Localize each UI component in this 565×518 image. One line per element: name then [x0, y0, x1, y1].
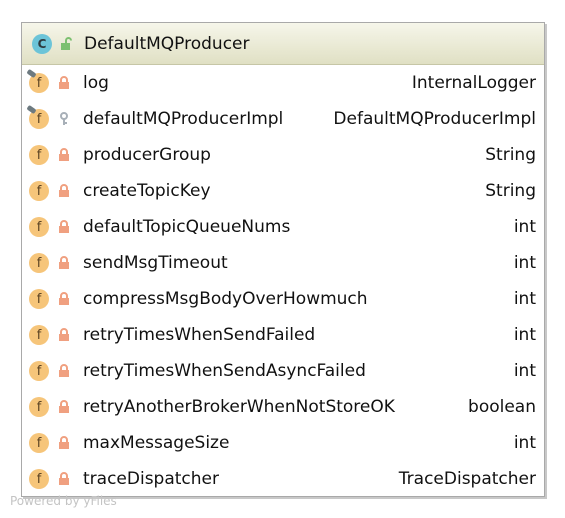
field-name: traceDispatcher	[83, 469, 219, 489]
unlock-icon	[61, 36, 72, 50]
lock-icon	[59, 364, 69, 377]
field-type: InternalLogger	[411, 73, 536, 93]
field-icon-letter: f	[36, 435, 42, 451]
class-node[interactable]: C DefaultMQProducer f log InternalLogger f d…	[21, 22, 545, 497]
lock-icon	[59, 148, 69, 161]
lock-icon	[59, 400, 69, 413]
field-type: int	[513, 361, 536, 381]
field-icon-letter: f	[36, 471, 42, 487]
lock-icon	[59, 220, 69, 233]
field-icon: f	[29, 361, 49, 381]
field-icon-letter: f	[36, 255, 42, 271]
lock-icon	[59, 292, 69, 305]
lock-icon	[59, 472, 69, 485]
field-icon-letter: f	[36, 219, 42, 235]
field-type: DefaultMQProducerImpl	[333, 109, 536, 129]
field-icon-letter: f	[36, 399, 42, 415]
field-icon-letter: f	[36, 327, 42, 343]
field-type: TraceDispatcher	[398, 469, 536, 489]
field-icon-letter: f	[36, 147, 42, 163]
field-icon: f	[29, 217, 49, 237]
field-icon: f	[29, 289, 49, 309]
class-name: DefaultMQProducer	[84, 33, 250, 54]
field-type: int	[513, 253, 536, 273]
field-icon-letter: f	[36, 111, 42, 127]
field-icon: f	[29, 397, 49, 417]
static-pin-icon	[26, 104, 37, 115]
field-name: retryTimesWhenSendFailed	[83, 325, 316, 345]
field-row[interactable]: f createTopicKey String	[22, 173, 544, 209]
field-type: String	[485, 181, 536, 201]
field-type: boolean	[468, 397, 536, 417]
lock-icon	[59, 436, 69, 449]
class-icon: C	[32, 33, 52, 54]
field-type: int	[513, 289, 536, 309]
powered-by-label: Powered by yFiles	[10, 494, 117, 508]
field-row[interactable]: f retryAnotherBrokerWhenNotStoreOK boolean	[22, 389, 544, 425]
field-row[interactable]: f sendMsgTimeout int	[22, 245, 544, 281]
field-row[interactable]: f defaultTopicQueueNums int	[22, 209, 544, 245]
field-name: log	[83, 73, 109, 93]
field-row[interactable]: f retryTimesWhenSendFailed int	[22, 317, 544, 353]
field-icon: f	[29, 469, 49, 489]
field-name: defaultMQProducerImpl	[83, 109, 284, 129]
field-name: maxMessageSize	[83, 433, 230, 453]
field-icon-letter: f	[36, 183, 42, 199]
lock-icon	[59, 328, 69, 341]
field-type: int	[513, 433, 536, 453]
field-name: producerGroup	[83, 145, 211, 165]
lock-icon	[59, 256, 69, 269]
field-icon: f	[29, 181, 49, 201]
field-icon: f	[26, 68, 49, 93]
field-icon-letter: f	[36, 291, 42, 307]
static-pin-icon	[26, 68, 37, 79]
field-name: defaultTopicQueueNums	[83, 217, 291, 237]
field-name: compressMsgBodyOverHowmuch	[83, 289, 368, 309]
field-name: retryAnotherBrokerWhenNotStoreOK	[83, 397, 395, 417]
lock-icon	[59, 76, 69, 89]
field-type: int	[513, 325, 536, 345]
class-header: C DefaultMQProducer	[22, 23, 544, 65]
field-row[interactable]: f log InternalLogger	[22, 65, 544, 101]
key-icon	[60, 112, 68, 125]
field-name: sendMsgTimeout	[83, 253, 228, 273]
field-name: createTopicKey	[83, 181, 211, 201]
field-row[interactable]: f retryTimesWhenSendAsyncFailed int	[22, 353, 544, 389]
field-type: String	[485, 145, 536, 165]
field-row[interactable]: f traceDispatcher TraceDispatcher	[22, 461, 544, 497]
field-row[interactable]: f producerGroup String	[22, 137, 544, 173]
field-icon: f	[29, 433, 49, 453]
field-row[interactable]: f defaultMQProducerImpl DefaultMQProducerI…	[22, 101, 544, 137]
field-icon: f	[29, 145, 49, 165]
field-type: int	[513, 217, 536, 237]
field-icon: f	[29, 325, 49, 345]
field-icon: f	[29, 253, 49, 273]
field-icon: f	[26, 104, 49, 129]
field-row[interactable]: f maxMessageSize int	[22, 425, 544, 461]
lock-icon	[59, 184, 69, 197]
field-row[interactable]: f compressMsgBodyOverHowmuch int	[22, 281, 544, 317]
field-name: retryTimesWhenSendAsyncFailed	[83, 361, 366, 381]
field-icon-letter: f	[36, 75, 42, 91]
field-icon-letter: f	[36, 363, 42, 379]
